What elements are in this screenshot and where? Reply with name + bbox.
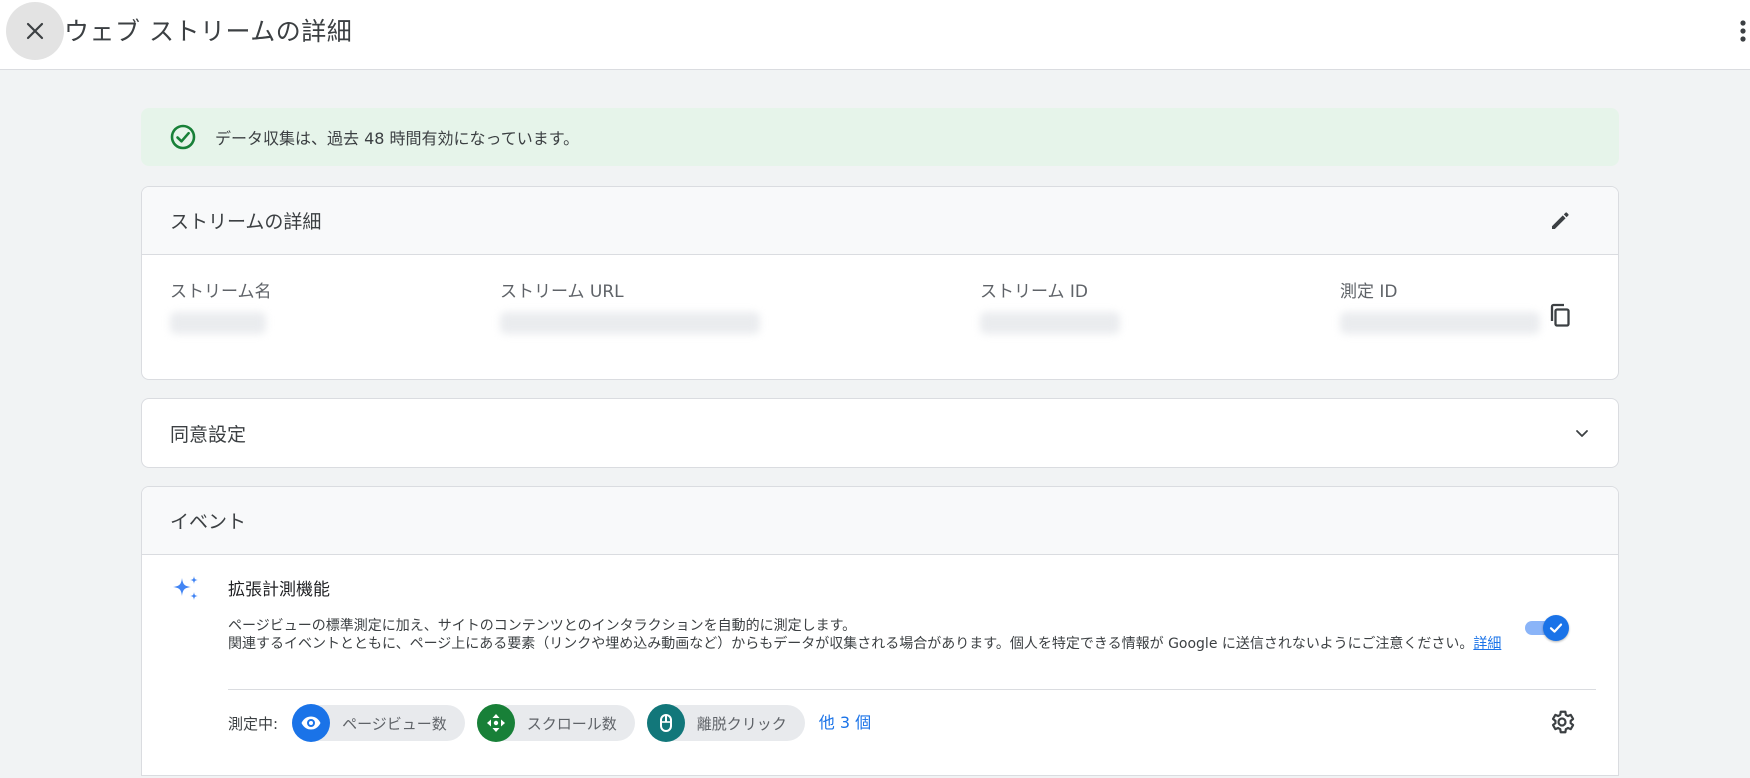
stream-url-value-redacted bbox=[500, 312, 760, 334]
more-options-button[interactable] bbox=[1736, 14, 1750, 48]
chip-outbound-clicks-badge bbox=[646, 704, 685, 742]
enhanced-measurement-description: ページビューの標準測定に加え、サイトのコンテンツとのインタラクションを自動的に測… bbox=[228, 617, 1518, 653]
chip-outbound-clicks: 離脱クリック bbox=[646, 704, 805, 742]
consent-settings-header[interactable]: 同意設定 bbox=[142, 399, 1618, 467]
top-app-bar: ウェブ ストリームの詳細 bbox=[0, 0, 1750, 70]
copy-measurement-id-button[interactable] bbox=[1542, 297, 1578, 333]
chip-outbound-clicks-label: 離脱クリック bbox=[696, 714, 787, 733]
chip-scrolls-label: スクロール数 bbox=[526, 714, 617, 733]
check-circle-icon bbox=[170, 124, 196, 150]
edit-button[interactable] bbox=[1542, 203, 1578, 239]
close-icon bbox=[26, 22, 44, 40]
more-events-link[interactable]: 他 3 個 bbox=[819, 709, 871, 733]
expand-consent-button[interactable] bbox=[1564, 415, 1600, 451]
stream-url-field: ストリーム URL bbox=[500, 277, 760, 334]
enhanced-measurement-title: 拡張計測機能 bbox=[228, 580, 330, 600]
chip-scrolls: スクロール数 bbox=[476, 704, 635, 742]
enhanced-measurement-toggle[interactable] bbox=[1523, 615, 1569, 641]
description-line-2: 関連するイベントとともに、ページ上にある要素（リンクや埋め込み動画など）からもデ… bbox=[228, 635, 1518, 653]
description-line-2-text: 関連するイベントとともに、ページ上にある要素（リンクや埋め込み動画など）からもデ… bbox=[228, 636, 1474, 652]
measurement-id-value-redacted bbox=[1340, 312, 1540, 334]
stream-name-value-redacted bbox=[170, 312, 266, 334]
chevron-down-icon bbox=[1576, 430, 1588, 437]
main-content: データ収集は、過去 48 時間有効になっています。 ストリームの詳細 ストリーム… bbox=[141, 108, 1619, 776]
stream-details-title: ストリームの詳細 bbox=[170, 211, 322, 233]
pencil-icon bbox=[1552, 212, 1569, 229]
stream-id-value-redacted bbox=[980, 312, 1120, 334]
chip-page-views: ページビュー数 bbox=[292, 704, 465, 742]
close-button[interactable] bbox=[6, 2, 64, 60]
measurement-id-label: 測定 ID bbox=[1340, 282, 1398, 302]
data-collection-banner: データ収集は、過去 48 時間有効になっています。 bbox=[141, 108, 1619, 166]
consent-settings-title: 同意設定 bbox=[170, 423, 247, 446]
stream-name-label: ストリーム名 bbox=[170, 282, 272, 302]
stream-id-field: ストリーム ID bbox=[980, 277, 1120, 334]
checkmark-icon bbox=[1549, 623, 1563, 633]
stream-name-field: ストリーム名 bbox=[170, 277, 272, 334]
stream-details-card: ストリームの詳細 ストリーム名 ストリーム URL ストリーム ID 測定 ID bbox=[141, 186, 1619, 380]
measurement-id-field: 測定 ID bbox=[1340, 277, 1540, 334]
chip-page-views-label: ページビュー数 bbox=[342, 714, 447, 733]
description-line-1: ページビューの標準測定に加え、サイトのコンテンツとのインタラクションを自動的に測… bbox=[228, 618, 857, 634]
stream-details-header: ストリームの詳細 bbox=[142, 187, 1618, 255]
section-divider bbox=[228, 689, 1596, 690]
chip-page-views-badge bbox=[292, 704, 331, 742]
gear-icon bbox=[1551, 710, 1575, 734]
page-title: ウェブ ストリームの詳細 bbox=[64, 17, 353, 46]
measuring-events-row: 測定中: ページビュー数 スクロール数 離脱クリック 他 3 個 bbox=[228, 704, 871, 742]
events-header: イベント bbox=[142, 487, 1618, 555]
learn-more-link[interactable]: 詳細 bbox=[1473, 636, 1501, 652]
enhanced-measurement-section: 拡張計測機能 ページビューの標準測定に加え、サイトのコンテンツとのインタラクショ… bbox=[142, 555, 1618, 775]
eye-icon bbox=[301, 716, 321, 730]
banner-message: データ収集は、過去 48 時間有効になっています。 bbox=[215, 129, 580, 148]
more-vert-icon bbox=[1740, 20, 1746, 42]
measuring-label: 測定中: bbox=[228, 714, 279, 733]
sparkle-icon bbox=[173, 576, 198, 600]
enhanced-measurement-settings-button[interactable] bbox=[1544, 704, 1580, 740]
events-card: イベント 拡張計測機能 ページビューの標準測定に加え、サイトのコンテンツとのイン… bbox=[141, 486, 1619, 776]
events-title: イベント bbox=[170, 511, 247, 533]
toggle-thumb bbox=[1543, 615, 1569, 641]
stream-id-label: ストリーム ID bbox=[980, 282, 1088, 302]
scroll-arrows-icon bbox=[486, 714, 505, 732]
chip-scrolls-badge bbox=[476, 704, 515, 742]
mouse-icon bbox=[659, 714, 672, 732]
stream-details-body: ストリーム名 ストリーム URL ストリーム ID 測定 ID bbox=[142, 255, 1618, 379]
stream-url-label: ストリーム URL bbox=[500, 282, 624, 302]
copy-icon bbox=[1550, 303, 1570, 327]
consent-settings-card[interactable]: 同意設定 bbox=[141, 398, 1619, 468]
